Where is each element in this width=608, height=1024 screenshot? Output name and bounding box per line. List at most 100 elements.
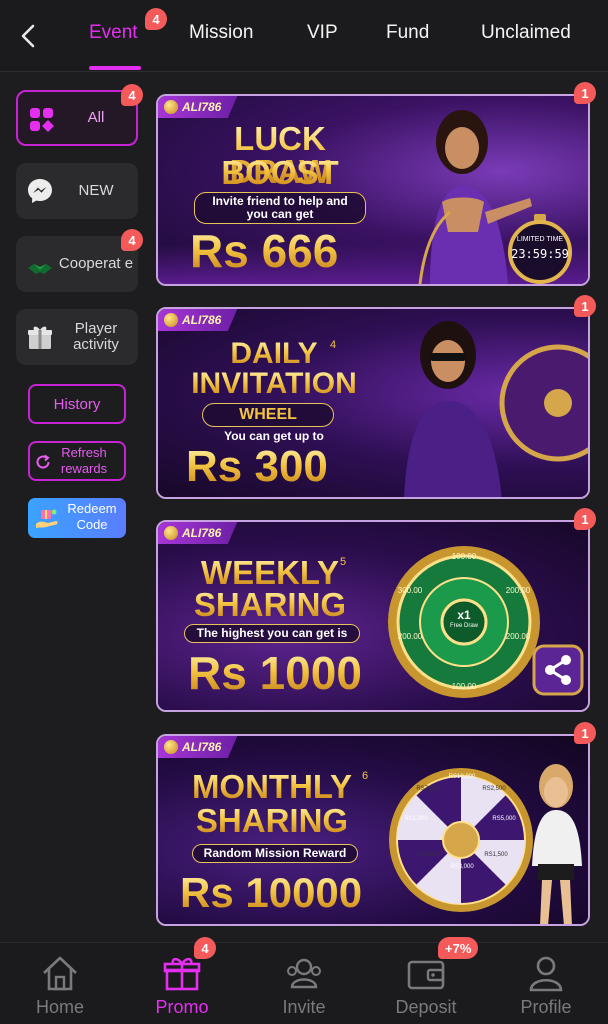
nav-label: Profile [520,997,572,1017]
banner-subtitle: Invite friend to help and you can get [194,192,366,224]
brand-tag: ALI786 [158,309,238,331]
handshake-icon [28,264,52,274]
banner-title-line2: SHARING [176,588,364,621]
nav-deposit[interactable]: Deposit [376,951,476,1021]
nav-label: Home [35,997,84,1017]
banner-subtitle: Random Mission Reward [192,844,358,863]
wheel-label: RS1,500 [484,852,508,858]
banner-title: DAILY [170,339,378,369]
nav-label: Deposit [395,997,457,1017]
banner-number: 4 [330,339,337,351]
gift-icon [163,957,201,991]
history-button[interactable]: History [28,384,126,424]
sidebar-item-cooperate[interactable]: Cooperat e [16,236,138,292]
coin-icon [164,313,178,327]
banner-amount: Rs 666 [190,225,339,277]
sidebar-all-badge: 4 [121,84,143,106]
nav-invite[interactable]: Invite [254,951,354,1021]
tab-label: Mission [189,22,254,43]
banner-title-line2: SHARING [172,804,372,837]
event-banner-weekly-sharing[interactable]: ALI786 WEEKLY 5 SHARING The highest you … [156,520,590,712]
wheel-label: RS7,500 [416,786,440,792]
banner-amount: Rs 300 [186,442,328,491]
sidebar-cooperate-badge: 4 [121,229,143,251]
home-icon [43,956,77,991]
wheel-label: RS10,000 [448,774,476,780]
top-tab-bar: Event 4 Mission VIP Fund Unclaimed [0,0,608,72]
woman-figure-icon [532,764,582,924]
bottom-nav: Home Promo 4 Invite Deposit +7% Profile [0,937,608,1024]
tab-label: Fund [386,22,430,43]
messenger-icon [28,179,52,203]
wheel-label: RS3,000 [450,864,474,870]
wheel-label: RS2,500 [482,786,506,792]
coin-icon [164,526,178,540]
wheel-label: RS2,000 [416,852,440,858]
countdown-timer: 23:59:59 [511,247,569,261]
redeem-code-button[interactable]: Redeem Code [28,498,126,538]
brand-label: ALI786 [182,100,222,114]
tab-vip[interactable]: VIP [307,22,338,44]
refresh-icon [36,454,50,469]
banner-title-line3: WHEEL [202,403,334,427]
coin-icon [164,740,178,754]
wheel-center-sublabel: Free Draw [449,623,478,629]
banner-title: MONTHLY [172,770,372,803]
woman-figure-icon [404,321,502,497]
active-tab-indicator [89,66,141,70]
sidebar-item-label: NEW [78,182,114,199]
wheel-label-top: 100.00 [451,552,477,561]
wheel-center-label: x1 [457,608,471,622]
gift-icon [28,326,52,349]
banner-number: 5 [340,556,347,568]
banner-amount: Rs 10000 [180,869,363,916]
nav-profile[interactable]: Profile [496,951,596,1021]
gift-hand-icon [36,509,58,528]
nav-deposit-badge: +7% [438,937,479,959]
tab-fund[interactable]: Fund [386,22,429,44]
wheel-label-right: 200.00 [505,586,531,595]
nav-promo[interactable]: Promo [132,951,232,1021]
banner-title: WEEKLY [176,556,364,589]
brand-tag: ALI786 [158,736,238,758]
banner-number: 6 [362,770,369,782]
banner-title-line2: INVITATION [170,369,378,399]
banner-badge: 1 [574,295,596,317]
promo-screen: Event 4 Mission VIP Fund Unclaimed All 4… [0,0,608,1024]
brand-tag: ALI786 [158,96,238,118]
chevron-left-icon [21,24,35,48]
refresh-rewards-button[interactable]: Refresh rewards [28,441,126,481]
sidebar-item-new[interactable]: NEW [16,163,138,219]
wallet-icon [407,960,445,990]
tab-unclaimed[interactable]: Unclaimed [481,22,571,44]
tab-event[interactable]: Event [89,22,138,44]
profile-icon [529,956,563,992]
event-banner-luck-draw[interactable]: ALI786 LUCK DRAW BOOST Invite friend to … [156,94,590,286]
brand-label: ALI786 [182,740,222,754]
tab-label: Event [89,22,138,43]
share-icon [532,644,584,696]
brand-label: ALI786 [182,526,222,540]
event-banner-daily-invitation[interactable]: ALI786 DAILY 4 INVITATION WHEEL You can … [156,307,590,499]
wheel-label: RS1,000 [404,816,428,822]
banner-badge: 1 [574,82,596,104]
wheel-label-left2: 200.00 [397,632,423,641]
banner-badge: 1 [574,722,596,744]
tab-label: Unclaimed [481,22,571,43]
sidebar-item-label: Player activity [73,320,119,353]
prize-wheel-icon [388,546,540,698]
nav-home[interactable]: Home [10,951,110,1021]
banner-subtitle: You can get up to [224,429,324,443]
history-label: History [53,395,101,413]
tab-label: VIP [307,22,338,43]
tab-mission[interactable]: Mission [189,22,253,44]
brand-label: ALI786 [182,313,222,327]
sidebar-item-all[interactable]: All [16,90,138,146]
redeem-label: Redeem Code [67,501,117,532]
sidebar-item-player-activity[interactable]: Player activity [16,309,138,365]
back-button[interactable] [14,20,42,52]
event-banner-monthly-sharing[interactable]: ALI786 MONTHLY 6 SHARING Random Mission … [156,734,590,926]
invite-people-icon [287,958,321,989]
banner-title-line2: BOOST [180,156,380,189]
limited-time-label: LIMITED TIME [516,236,564,243]
